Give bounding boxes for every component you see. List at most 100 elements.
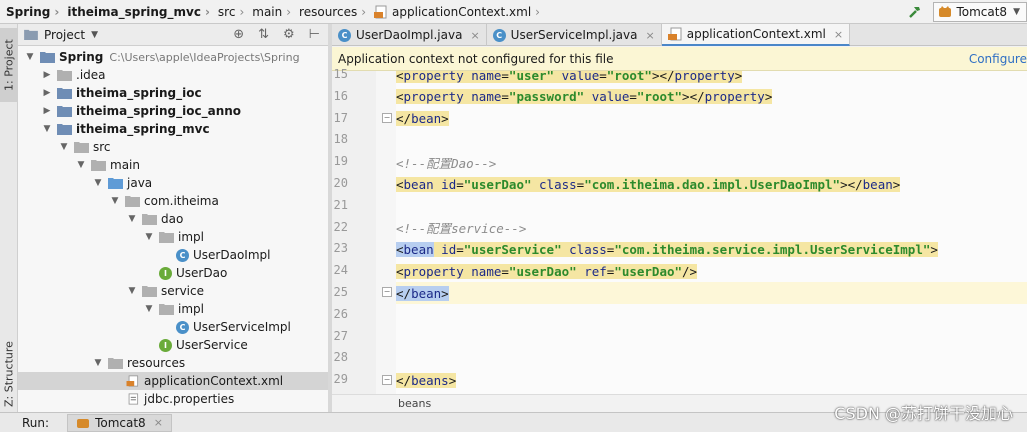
module-icon: [57, 106, 72, 117]
tree-node[interactable]: ▼ dao: [18, 210, 328, 228]
chevron-down-icon[interactable]: ▼: [92, 178, 104, 188]
tree-node-label: itheima_spring_mvc: [76, 122, 210, 136]
code-line[interactable]: [396, 129, 1027, 151]
chevron-down-icon[interactable]: ▼: [109, 196, 121, 206]
code-line[interactable]: <bean id="userDao" class="com.itheima.da…: [396, 173, 1027, 195]
tool-window-tab-project[interactable]: 1: Project: [0, 28, 18, 102]
tree-node-label: .idea: [76, 68, 106, 82]
hide-panel-icon[interactable]: ⊢: [309, 27, 320, 42]
run-toolbar: Tomcat8 ▼: [907, 0, 1027, 24]
tree-node[interactable]: ▼ impl: [18, 228, 328, 246]
java-class-icon: C: [338, 28, 351, 42]
chevron-right-icon[interactable]: ▶: [41, 106, 53, 116]
line-number: 28: [333, 350, 348, 365]
chevron-right-icon: ›: [361, 4, 367, 19]
tool-window-tab-structure[interactable]: Z: Structure: [0, 334, 18, 414]
tree-node[interactable]: ▼ Spring C:\Users\apple\IdeaProjects\Sprin…: [18, 48, 328, 66]
chevron-down-icon[interactable]: ▼: [143, 232, 155, 242]
code-line[interactable]: [396, 195, 1027, 217]
code-line[interactable]: <!--配置Dao-->: [396, 151, 1027, 173]
project-panel-header[interactable]: Project ▼ ⊕ ⇅ ⚙ ⊢: [18, 24, 328, 46]
build-hammer-icon[interactable]: [907, 4, 923, 20]
close-icon[interactable]: ×: [646, 29, 655, 42]
code-line[interactable]: </bean>: [396, 282, 1027, 304]
close-icon[interactable]: ×: [154, 416, 163, 429]
tree-node[interactable]: ▶applicationContext.xml: [18, 372, 328, 390]
chevron-down-icon[interactable]: ▼: [75, 160, 87, 170]
fold-marker-icon[interactable]: −: [382, 287, 392, 297]
code-line[interactable]: <property name="password" value="root"><…: [396, 86, 1027, 108]
chevron-right-icon[interactable]: ▶: [41, 88, 53, 98]
close-icon[interactable]: ×: [834, 28, 843, 41]
chevron-down-icon[interactable]: ▼: [126, 286, 138, 296]
tree-node[interactable]: ▼ impl: [18, 300, 328, 318]
configure-link[interactable]: Configure: [969, 52, 1027, 66]
tree-node[interactable]: ▼ service: [18, 282, 328, 300]
code-line[interactable]: </beans>: [396, 369, 1027, 391]
breadcrumb-label: resources: [299, 4, 358, 19]
tree-node[interactable]: ▼ itheima_spring_mvc: [18, 120, 328, 138]
tree-node-label: src: [93, 140, 111, 154]
tree-node-label: main: [110, 158, 140, 172]
tree-node[interactable]: ▼ java: [18, 174, 328, 192]
chevron-right-icon[interactable]: ▶: [41, 70, 53, 80]
breadcrumb-item[interactable]: Spring ›: [4, 0, 65, 24]
tree-node[interactable]: ▼ resources: [18, 354, 328, 372]
run-configuration-select[interactable]: Tomcat8 ▼: [933, 2, 1027, 22]
navigation-bar: Spring › itheima_spring_mvc › src › main › resou…: [0, 0, 1027, 24]
tree-node[interactable]: ▼ main: [18, 156, 328, 174]
code-line[interactable]: <property name="user" value="root"></pro…: [396, 71, 1027, 86]
locate-target-icon[interactable]: ⊕: [233, 27, 244, 42]
java-class-icon: C: [492, 28, 506, 42]
tree-node[interactable]: ▶IUserService: [18, 336, 328, 354]
code-line[interactable]: <!--配置service-->: [396, 217, 1027, 239]
folder-icon: [74, 142, 89, 153]
chevron-down-icon[interactable]: ▼: [143, 304, 155, 314]
chevron-down-icon[interactable]: ▼: [58, 142, 70, 152]
editor-tab[interactable]: applicationContext.xml ×: [661, 24, 851, 46]
breadcrumb-item[interactable]: main ›: [250, 0, 297, 24]
gear-icon[interactable]: ⚙: [283, 27, 295, 42]
code-line[interactable]: [396, 304, 1027, 326]
tree-node[interactable]: ▼ src: [18, 138, 328, 156]
tree-node[interactable]: ▶ itheima_spring_ioc_anno: [18, 102, 328, 120]
tree-node[interactable]: ▼ com.itheima: [18, 192, 328, 210]
editor-tab[interactable]: C UserDaoImpl.java ×: [332, 24, 487, 46]
banner-message: Application context not configured for t…: [338, 51, 614, 66]
chevron-down-icon[interactable]: ▼: [126, 214, 138, 224]
code-line[interactable]: <property name="userDao" ref="userDao"/>: [396, 260, 1027, 282]
chevron-right-icon: ›: [239, 4, 245, 19]
xml-file-icon: [374, 5, 387, 18]
breadcrumb-item[interactable]: resources ›: [297, 0, 372, 24]
code-line[interactable]: <bean id="userService" class="com.itheim…: [396, 238, 1027, 260]
collapse-all-icon[interactable]: ⇅: [258, 27, 269, 42]
tree-node[interactable]: ▶ .idea: [18, 66, 328, 84]
tree-node[interactable]: ▶jdbc.properties: [18, 390, 328, 408]
line-number: 18: [333, 132, 348, 147]
run-tab-tomcat[interactable]: Tomcat8 ×: [67, 413, 172, 432]
tree-node-label: java: [127, 176, 153, 190]
package-icon: [159, 304, 174, 315]
tree-node[interactable]: ▶IUserDao: [18, 264, 328, 282]
code-line[interactable]: </bean>: [396, 108, 1027, 130]
tree-node[interactable]: ▶CUserDaoImpl: [18, 246, 328, 264]
close-icon[interactable]: ×: [470, 29, 479, 42]
code-line[interactable]: [396, 326, 1027, 348]
code-editor[interactable]: <property name="user" value="root"></pro…: [396, 71, 1027, 394]
fold-marker-icon[interactable]: −: [382, 375, 392, 385]
chevron-down-icon[interactable]: ▼: [41, 124, 53, 134]
breadcrumb-item[interactable]: src ›: [216, 0, 250, 24]
tree-node[interactable]: ▶ itheima_spring_ioc: [18, 84, 328, 102]
fold-marker-icon[interactable]: −: [382, 113, 392, 123]
line-number: 16: [333, 88, 348, 103]
breadcrumb-item[interactable]: applicationContext.xml ›: [372, 0, 546, 24]
editor-tab[interactable]: C UserServiceImpl.java ×: [487, 24, 662, 46]
chevron-down-icon[interactable]: ▼: [24, 52, 36, 62]
breadcrumb-item[interactable]: itheima_spring_mvc ›: [65, 0, 216, 24]
tree-node[interactable]: ▶CUserServiceImpl: [18, 318, 328, 336]
chevron-down-icon[interactable]: ▼: [92, 358, 104, 368]
code-line[interactable]: [396, 347, 1027, 369]
package-icon: [142, 286, 157, 297]
tree-node-label: dao: [161, 212, 184, 226]
editor-tab-label: UserDaoImpl.java: [356, 28, 463, 42]
